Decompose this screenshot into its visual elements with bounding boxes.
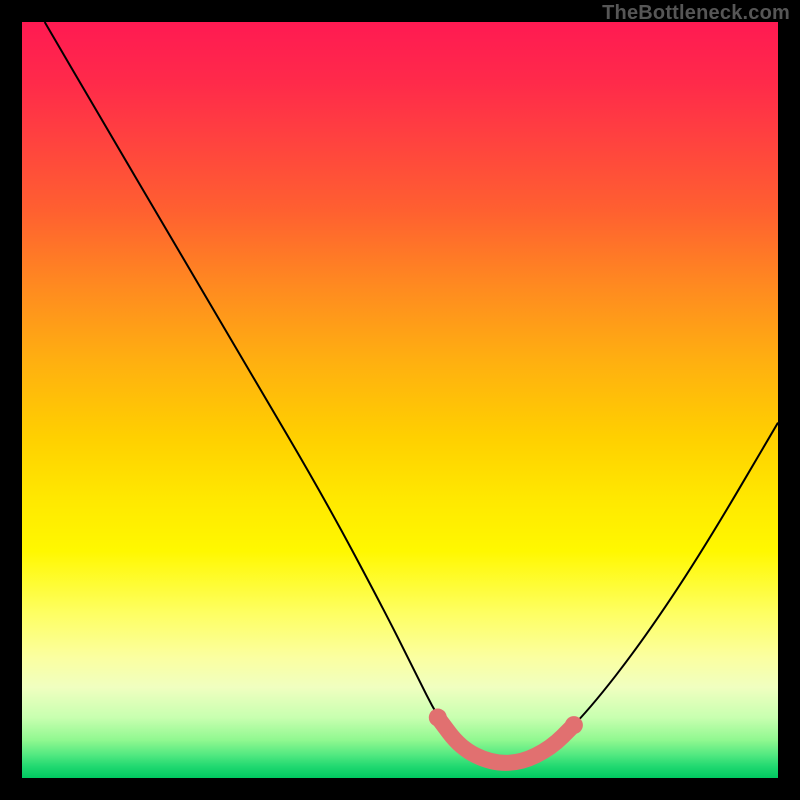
bottleneck-curve [45,22,778,763]
optimal-range-marker [429,709,583,763]
chart-container: TheBottleneck.com [0,0,800,800]
curve-layer [22,22,778,778]
plot-area [22,22,778,778]
